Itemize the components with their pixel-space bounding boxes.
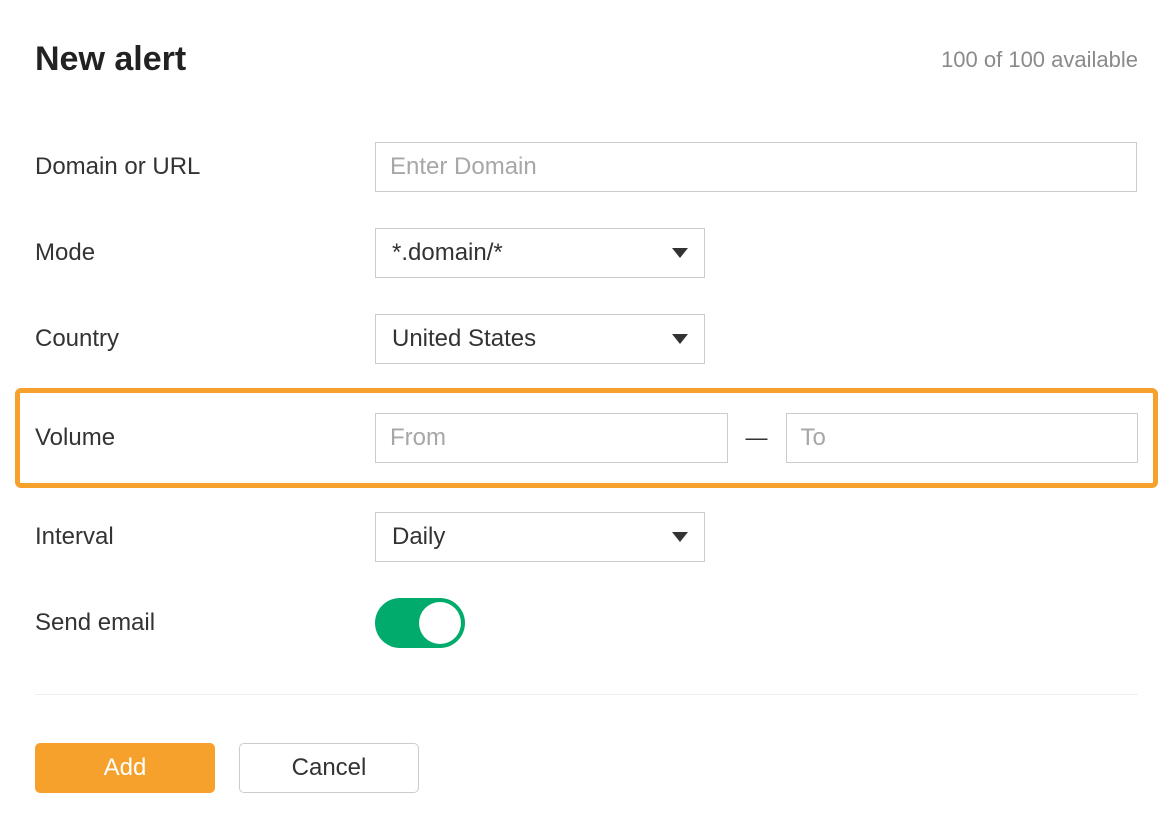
send-email-label: Send email (35, 609, 375, 637)
country-selected-value: United States (392, 325, 536, 353)
interval-select[interactable]: Daily (375, 512, 705, 562)
send-email-toggle[interactable] (375, 598, 465, 648)
form-header: New alert 100 of 100 available (35, 40, 1138, 79)
new-alert-form: New alert 100 of 100 available Domain or… (0, 0, 1173, 833)
chevron-down-icon (672, 334, 688, 344)
interval-row: Interval Daily (35, 494, 1138, 580)
mode-row: Mode *.domain/* (35, 210, 1138, 296)
domain-input[interactable] (375, 142, 1137, 192)
chevron-down-icon (672, 532, 688, 542)
volume-label: Volume (35, 424, 375, 452)
volume-row-highlighted: Volume — (15, 388, 1158, 488)
mode-selected-value: *.domain/* (392, 239, 503, 267)
availability-text: 100 of 100 available (941, 47, 1138, 73)
mode-label: Mode (35, 239, 375, 267)
add-button[interactable]: Add (35, 743, 215, 793)
cancel-button[interactable]: Cancel (239, 743, 419, 793)
action-bar: Add Cancel (35, 743, 1138, 793)
range-separator: — (728, 425, 786, 451)
divider (35, 694, 1138, 695)
domain-row: Domain or URL (35, 124, 1138, 210)
volume-from-input[interactable] (375, 413, 728, 463)
interval-selected-value: Daily (392, 523, 445, 551)
send-email-row: Send email (35, 580, 1138, 666)
chevron-down-icon (672, 248, 688, 258)
toggle-knob (419, 602, 461, 644)
country-select[interactable]: United States (375, 314, 705, 364)
country-row: Country United States (35, 296, 1138, 382)
interval-label: Interval (35, 523, 375, 551)
domain-label: Domain or URL (35, 153, 375, 181)
country-label: Country (35, 325, 375, 353)
page-title: New alert (35, 40, 186, 79)
volume-to-input[interactable] (786, 413, 1139, 463)
mode-select[interactable]: *.domain/* (375, 228, 705, 278)
